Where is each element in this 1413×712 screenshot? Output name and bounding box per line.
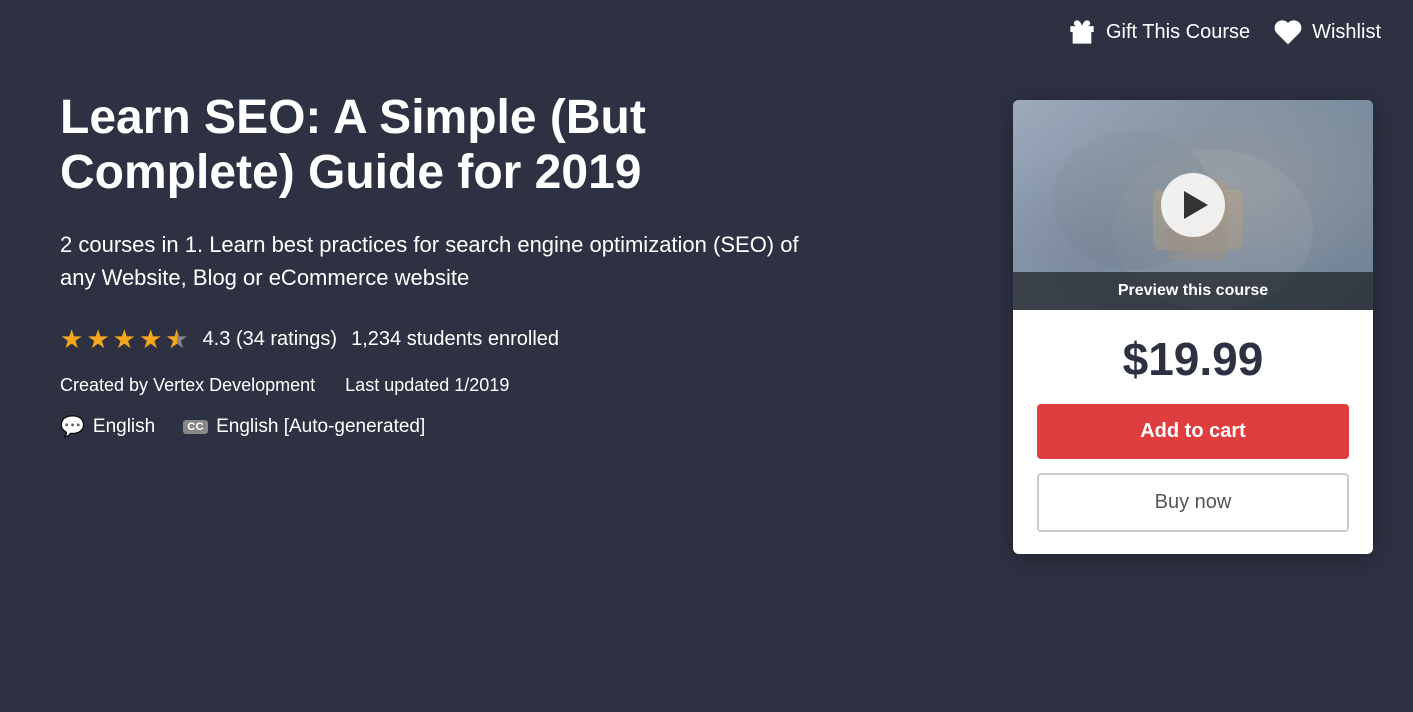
cc-icon: CC	[183, 420, 208, 434]
course-card: Preview this course $19.99 Add to cart B…	[1013, 100, 1373, 554]
captions-label: English [Auto-generated]	[216, 416, 425, 438]
play-button[interactable]	[1161, 173, 1225, 237]
gift-course-label: Gift This Course	[1106, 21, 1250, 44]
captions-item: CC English [Auto-generated]	[183, 416, 425, 438]
star-2: ★	[86, 324, 109, 355]
wishlist-label: Wishlist	[1312, 21, 1381, 44]
rating-value: 4.3 (34 ratings)	[203, 328, 338, 351]
card-body: $19.99 Add to cart Buy now	[1013, 310, 1373, 554]
speech-bubble-icon: 💬	[60, 414, 85, 439]
author-info: Created by Vertex Development	[60, 375, 315, 396]
star-4: ★	[139, 324, 162, 355]
students-enrolled: 1,234 students enrolled	[351, 328, 559, 351]
star-rating: ★ ★ ★ ★ ★ ★	[60, 324, 189, 355]
heart-icon	[1274, 18, 1302, 46]
main-content: Learn SEO: A Simple (But Complete) Guide…	[60, 90, 993, 712]
top-bar: Gift This Course Wishlist	[1036, 0, 1413, 64]
gift-icon	[1068, 18, 1096, 46]
star-1: ★	[60, 324, 83, 355]
star-3: ★	[113, 324, 136, 355]
language-label: English	[93, 416, 155, 438]
star-half: ★ ★	[165, 324, 188, 355]
language-row: 💬 English CC English [Auto-generated]	[60, 414, 993, 439]
language-item: 💬 English	[60, 414, 155, 439]
add-to-cart-button[interactable]: Add to cart	[1037, 404, 1349, 459]
rating-row: ★ ★ ★ ★ ★ ★ 4.3 (34 ratings) 1,234 stude…	[60, 324, 993, 355]
gift-course-button[interactable]: Gift This Course	[1068, 18, 1250, 46]
buy-now-button[interactable]: Buy now	[1037, 473, 1349, 532]
course-subtitle: 2 courses in 1. Learn best practices for…	[60, 228, 820, 294]
last-updated: Last updated 1/2019	[345, 375, 509, 396]
wishlist-button[interactable]: Wishlist	[1274, 18, 1381, 46]
preview-label[interactable]: Preview this course	[1013, 272, 1373, 310]
meta-row: Created by Vertex Development Last updat…	[60, 375, 993, 396]
course-title: Learn SEO: A Simple (But Complete) Guide…	[60, 90, 880, 200]
play-triangle-icon	[1184, 191, 1208, 219]
preview-thumbnail[interactable]: Preview this course	[1013, 100, 1373, 310]
course-price: $19.99	[1037, 332, 1349, 386]
